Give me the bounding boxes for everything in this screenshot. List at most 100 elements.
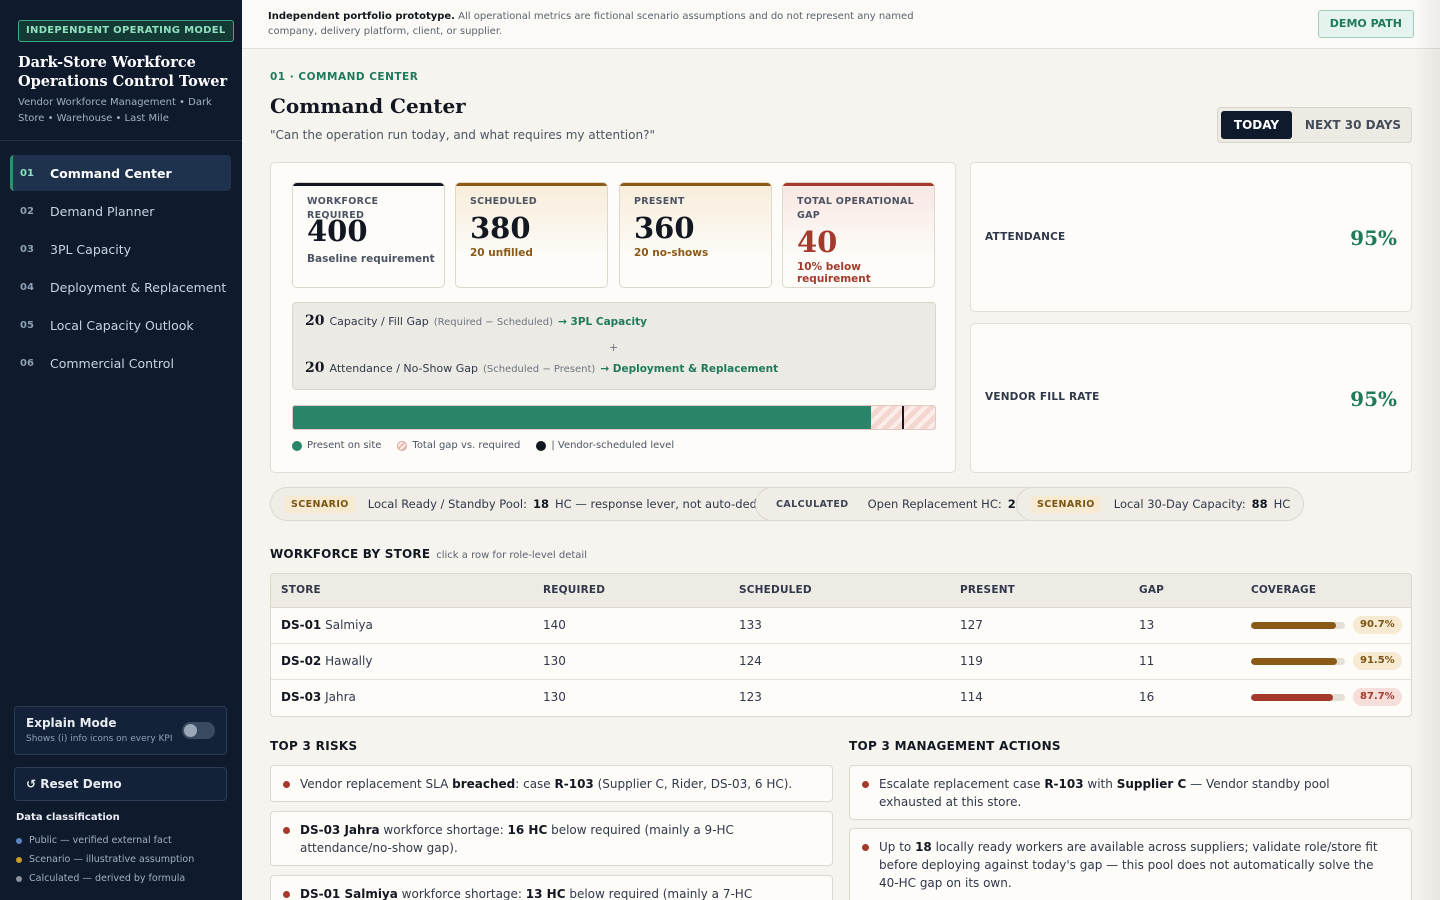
risk-item[interactable]: DS-03 Jahra workforce shortage: 16 HC be…: [270, 811, 833, 866]
vendor-swatch-icon: [536, 440, 547, 451]
nav-item-demand-planner[interactable]: 02 Demand Planner: [10, 193, 231, 229]
risk-emphasis: R-103: [554, 777, 594, 791]
top-actions-title: TOP 3 MANAGEMENT ACTIONS: [849, 739, 1061, 753]
vendor-scheduled-marker: [901, 406, 904, 429]
present-cell: 114: [960, 690, 983, 704]
attendance-kpi[interactable]: ATTENDANCE 95%: [970, 162, 1412, 312]
gap-breakdown: 20 Capacity / Fill Gap (Required − Schedul…: [292, 302, 936, 390]
nav-label: 3PL Capacity: [50, 241, 132, 257]
workforce-coverage-bar: [292, 405, 936, 430]
header-coverage[interactable]: COVERAGE: [1251, 584, 1316, 596]
header-present[interactable]: PRESENT: [960, 584, 1015, 596]
kpi-present[interactable]: PRESENT 360 20 no-shows: [619, 182, 772, 288]
attendance-gap-link[interactable]: → Deployment & Replacement: [600, 363, 778, 375]
risk-emphasis: breached: [452, 777, 516, 791]
chip-suffix: HC: [1273, 497, 1291, 511]
kpi-value: 400: [307, 214, 368, 248]
coverage-fill: [1251, 622, 1337, 629]
disclaimer-bold: Independent portfolio prototype.: [268, 11, 455, 22]
operating-model-badge: INDEPENDENT OPERATING MODEL: [18, 20, 234, 42]
action-emphasis: Supplier C: [1116, 777, 1187, 791]
app-subtitle: Vendor Workforce Management • Dark Store…: [18, 97, 212, 124]
table-row[interactable]: DS-01 Salmiya 140 133 127 13 90.7%: [271, 608, 1411, 644]
action-text: Escalate replacement case: [879, 777, 1045, 791]
present-cell: 127: [960, 618, 983, 632]
nav-label: Command Center: [50, 165, 172, 181]
risk-emphasis: 16 HC: [507, 823, 548, 837]
header-gap[interactable]: GAP: [1139, 584, 1164, 596]
kpi-scheduled[interactable]: SCHEDULED 380 20 unfilled: [455, 182, 608, 288]
attendance-gap-row: 20 Attendance / No-Show Gap (Scheduled − P…: [305, 360, 778, 376]
kpi-subtext: 10% below requirement: [797, 261, 871, 285]
kpi-workforce-required[interactable]: WORKFORCE REQUIRED 400 Baseline requirem…: [292, 182, 445, 288]
scheduled-cell: 124: [739, 654, 762, 668]
nav-number: 03: [20, 243, 34, 255]
app-title: Dark-Store Workforce Operations Control …: [18, 54, 228, 90]
action-text: with: [1083, 777, 1117, 791]
nav-item-deployment-replacement[interactable]: 04 Deployment & Replacement: [10, 269, 231, 305]
store-name: Hawally: [325, 654, 373, 668]
today-tab[interactable]: TODAY: [1221, 111, 1292, 139]
legend-gap: Total gap vs. required: [397, 440, 520, 451]
chip-tag: CALCULATED: [776, 498, 849, 510]
table-row[interactable]: DS-02 Hawally 130 124 119 11 91.5%: [271, 644, 1411, 680]
vendor-fill-rate-value: 95%: [1350, 387, 1397, 411]
standby-pool-chip: SCENARIO Local Ready / Standby Pool: 18 HC …: [270, 487, 804, 521]
explain-mode-title: Explain Mode: [26, 716, 117, 730]
present-on-site-fill: [293, 406, 871, 429]
store-name: Jahra: [325, 690, 356, 704]
chip-text: Local 30-Day Capacity:: [1113, 497, 1246, 511]
attendance-gap-value: 20: [305, 360, 325, 376]
explain-mode-toggle[interactable]: [182, 722, 215, 739]
kpi-label: PRESENT: [634, 196, 685, 207]
required-cell: 130: [543, 654, 566, 668]
store-name: Salmiya: [325, 618, 373, 632]
table-header: STORE REQUIRED SCHEDULED PRESENT GAP COV…: [271, 574, 1411, 608]
kpi-value: 380: [470, 211, 531, 245]
gap-plus-sign: +: [609, 341, 619, 354]
scenario-dot-icon: [16, 856, 22, 863]
sidebar: INDEPENDENT OPERATING MODEL Dark-Store W…: [0, 0, 242, 900]
explain-mode-description: Shows (i) info icons on every KPI: [26, 734, 173, 744]
store-code: DS-01: [281, 618, 322, 632]
header-required[interactable]: REQUIRED: [543, 584, 605, 596]
nav-item-local-capacity-outlook[interactable]: 05 Local Capacity Outlook: [10, 307, 231, 343]
risk-text: : case: [515, 777, 555, 791]
action-text: Up to: [879, 840, 916, 854]
risk-emphasis: 13 HC: [525, 887, 566, 900]
legend-label: Present on site: [307, 440, 382, 451]
nav-number: 06: [20, 357, 34, 369]
workforce-by-store-table: STORE REQUIRED SCHEDULED PRESENT GAP COV…: [270, 573, 1412, 717]
nav-number: 01: [20, 167, 34, 179]
capacity-gap-link[interactable]: → 3PL Capacity: [558, 316, 647, 328]
risk-item[interactable]: Vendor replacement SLA breached: case R-…: [270, 765, 833, 802]
explain-mode-panel: Explain Mode Shows (i) info icons on eve…: [14, 706, 227, 755]
kpi-label: SCHEDULED: [470, 196, 537, 207]
capacity-gap-formula: (Required − Scheduled): [433, 317, 554, 328]
nav-item-commercial-control[interactable]: 06 Commercial Control: [10, 345, 231, 381]
classification-label: Calculated — derived by formula: [29, 873, 186, 884]
risk-emphasis: DS-01 Salmiya: [300, 887, 398, 900]
classification-calculated: Calculated — derived by formula: [16, 869, 194, 888]
action-item[interactable]: Escalate replacement case R-103 with Sup…: [849, 765, 1412, 820]
table-row[interactable]: DS-03 Jahra 130 123 114 16 87.7%: [271, 680, 1411, 716]
kpi-subtext: Baseline requirement: [307, 253, 435, 265]
coverage-fill: [1251, 694, 1334, 701]
nav-item-command-center[interactable]: 01 Command Center: [10, 155, 231, 191]
scheduled-cell: 123: [739, 690, 762, 704]
header-store[interactable]: STORE: [281, 584, 321, 596]
next-30-days-tab[interactable]: NEXT 30 DAYS: [1298, 111, 1408, 139]
open-replacement-chip: CALCULATEDOpen Replacement HC:20: [755, 487, 1044, 521]
reset-demo-button[interactable]: ↺ Reset Demo: [14, 767, 227, 801]
demo-path-button[interactable]: DEMO PATH: [1317, 10, 1414, 38]
header-scheduled[interactable]: SCHEDULED: [739, 584, 812, 596]
kpi-panel: WORKFORCE REQUIRED 400 Baseline requirem…: [270, 162, 956, 473]
store-cell: DS-02 Hawally: [281, 654, 372, 668]
risk-item[interactable]: DS-01 Salmiya workforce shortage: 13 HC …: [270, 875, 833, 900]
action-item[interactable]: Up to 18 locally ready workers are avail…: [849, 828, 1412, 900]
vendor-fill-rate-kpi[interactable]: VENDOR FILL RATE 95%: [970, 323, 1412, 473]
kpi-total-operational-gap[interactable]: TOTAL OPERATIONAL GAP 40 10% below requi…: [782, 182, 935, 288]
coverage-legend: Present on site Total gap vs. required |…: [292, 440, 690, 451]
nav-item-3pl-capacity[interactable]: 03 3PL Capacity: [10, 231, 231, 267]
chip-tag: SCENARIO: [285, 495, 355, 513]
